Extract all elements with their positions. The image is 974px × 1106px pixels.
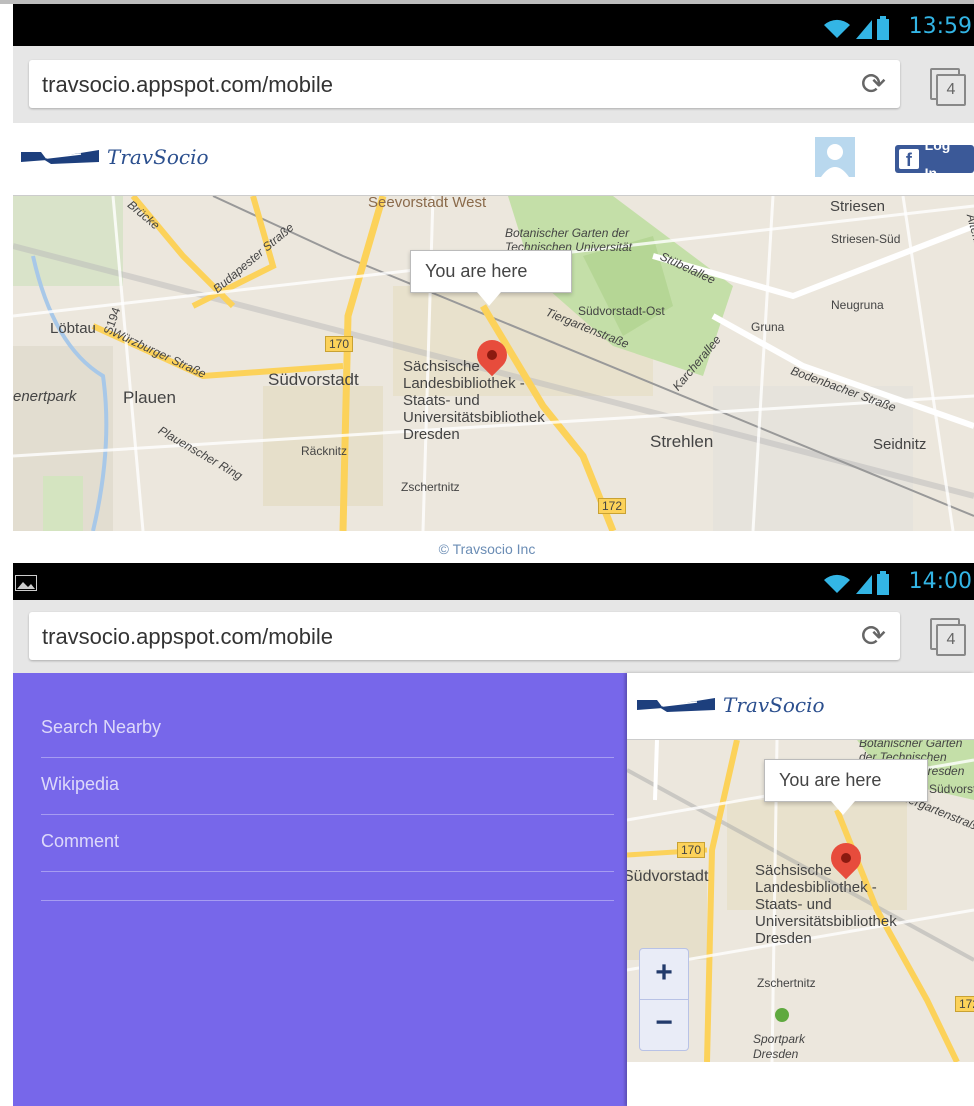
callout-text: You are here [779,770,882,790]
plane-logo-icon [21,150,99,164]
user-silhouette-icon [821,144,849,177]
brand-name: TravSocio [723,693,825,717]
map-label: Sächsische Landesbibliothek - Staats- un… [755,862,897,947]
map-label: Striesen [830,198,886,215]
signal-icon [856,20,872,39]
avatar[interactable] [815,137,855,177]
callout-text: You are here [425,261,528,281]
navigation-drawer: Search Nearby Wikipedia Comment [13,673,627,1106]
road-shield: 170 [677,842,706,858]
road-shield: 172 [598,498,627,514]
plane-logo-icon [637,698,715,712]
map-label: enertpark [13,388,77,405]
clock: 13:59 [908,14,972,39]
map-label: Südvorstadt [627,868,709,885]
zoom-out-button[interactable]: − [640,999,688,1049]
app-header: TravSocio f Log In [13,123,974,196]
map-label: Zschertnitz [757,976,816,990]
map-view[interactable]: Seevorstadt West Striesen Striesen-Süd B… [13,196,974,531]
zoom-control: + − [639,948,689,1051]
map-label: Zschertnitz [401,480,460,494]
map-label: Sächsische Landesbibliothek - Staats- un… [403,358,545,443]
url-field[interactable]: travsocio.appspot.com/mobile ⟳ [29,612,900,660]
tab-count: 4 [936,74,966,106]
drawer-item-search-nearby[interactable]: Search Nearby [41,701,614,758]
map-view[interactable]: Botanischer Garten der Technischen Unive… [627,740,974,1062]
brand-name: TravSocio [107,145,209,169]
road-shield: 172 [955,996,974,1012]
wifi-icon [824,19,850,38]
status-bar: 14:00 [13,563,974,600]
you-are-here-callout[interactable]: You are here [764,759,928,815]
drawer-item-comment[interactable]: Comment [41,815,614,872]
map-label: Seidnitz [873,436,927,453]
facebook-icon: f [899,149,919,170]
url-field[interactable]: travsocio.appspot.com/mobile ⟳ [29,60,900,108]
map-label: Südvorstadt-Ost [578,304,665,318]
map-label: Südvorstadt [929,782,974,796]
map-label: Striesen-Süd [831,232,901,246]
reload-icon[interactable]: ⟳ [861,619,886,654]
app-logo[interactable]: TravSocio [21,145,209,169]
map-label: Südvorstadt [268,370,359,389]
drawer-item-label: Comment [41,831,120,851]
drawer-item-wikipedia[interactable]: Wikipedia [41,758,614,815]
drawer-item-empty[interactable] [41,872,614,901]
wifi-icon [824,574,850,593]
map-label: Räcknitz [301,444,348,458]
drawer-item-label: Wikipedia [41,774,120,794]
browser-toolbar: travsocio.appspot.com/mobile ⟳ 4 [13,600,974,673]
image-notification-icon [15,575,37,591]
drawer-item-label: Search Nearby [41,717,162,737]
map-label: Neugruna [831,298,884,312]
facebook-login-button[interactable]: f Log In [895,137,974,181]
clock: 14:00 [908,569,972,594]
battery-icon [877,571,889,595]
reload-icon[interactable]: ⟳ [861,67,886,102]
copyright: © Travsocio Inc [438,541,536,557]
browser-toolbar: travsocio.appspot.com/mobile ⟳ 4 [13,46,974,123]
signal-icon [856,575,872,594]
login-label: Log In [924,137,951,181]
url-text: travsocio.appspot.com/mobile [42,72,334,97]
battery-icon [877,16,889,40]
app-logo[interactable]: TravSocio [637,693,825,717]
main-content-panel: TravSocio Botanischer Garten der Technis… [627,673,974,1106]
tab-count: 4 [936,624,966,656]
status-bar: 13:59 [13,4,974,46]
url-text: travsocio.appspot.com/mobile [42,624,334,649]
map-label: Löbtau [50,320,96,337]
map-label: Sportpark Dresden [753,1032,806,1061]
zoom-in-button[interactable]: + [640,949,688,1000]
status-icons [822,16,890,40]
you-are-here-callout[interactable]: You are here [410,250,572,306]
screenshot-collage: 13:59 travsocio.appspot.com/mobile ⟳ 4 T… [0,0,974,1106]
road-shield: 170 [325,336,354,352]
map-label: Plauen [123,388,176,407]
map-label: Strehlen [650,432,714,451]
tabs-button[interactable]: 4 [930,618,966,656]
status-icons [822,571,890,595]
map-label: Gruna [751,320,785,334]
tabs-button[interactable]: 4 [930,68,966,106]
map-label: Seevorstadt West [368,196,487,211]
